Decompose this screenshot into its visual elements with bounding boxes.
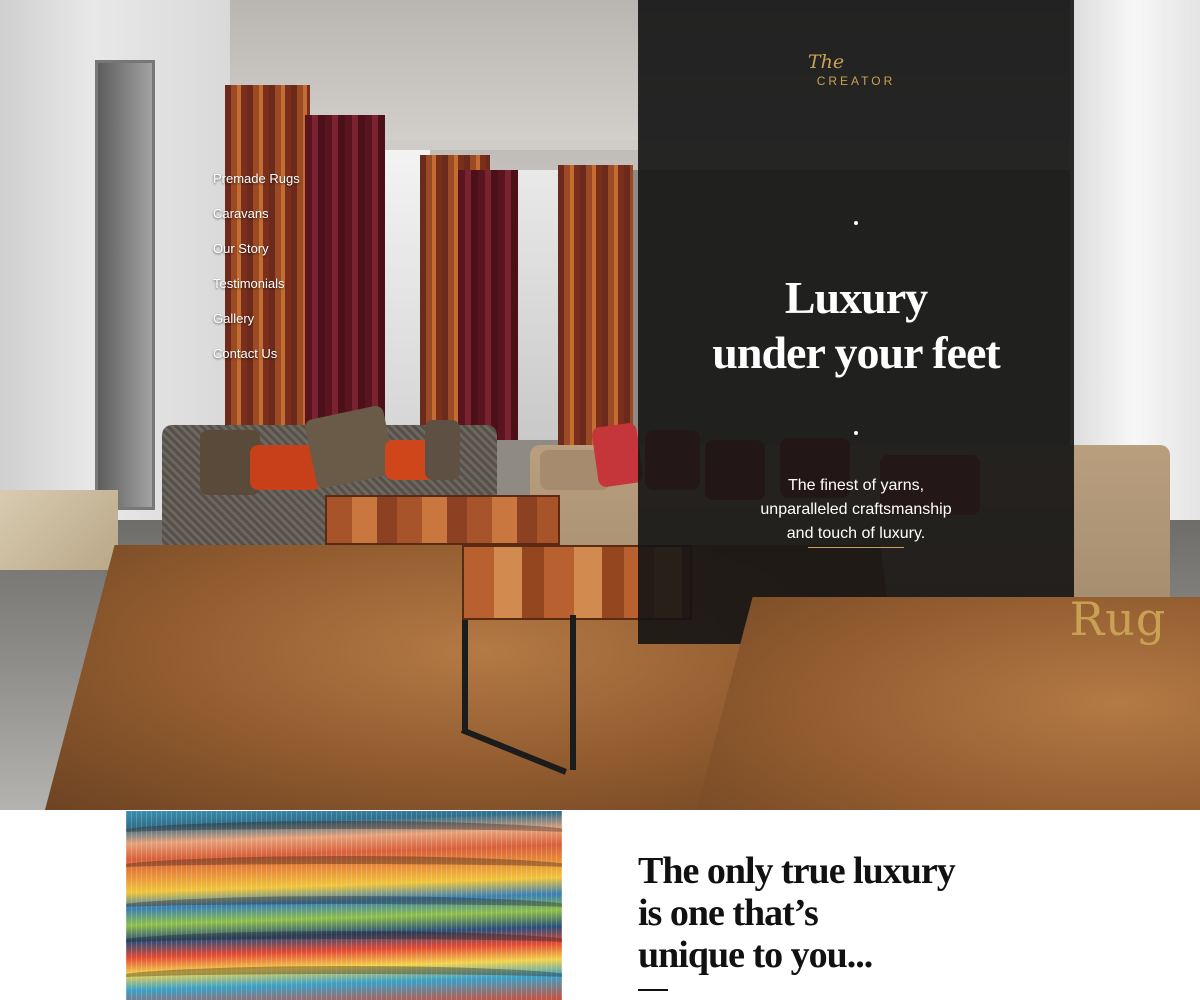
hero-photo-table-leg xyxy=(570,615,576,770)
hero-tagline-line3: and touch of luxury. xyxy=(786,525,926,542)
rug-pattern-wave xyxy=(126,821,562,847)
intro-quote-line1: The only true luxury xyxy=(638,850,956,892)
hero-section: Premade Rugs Caravans Our Story Testimon… xyxy=(0,0,1200,810)
rug-pattern-image xyxy=(126,811,562,1000)
nav-item-caravans[interactable]: Caravans xyxy=(213,206,300,241)
hero-photo-pillow xyxy=(591,422,644,488)
hero-tagline: The finest of yarns, unparalleled crafts… xyxy=(638,474,1074,546)
intro-quote-line2: is one that’s xyxy=(638,892,819,934)
hero-photo-pillow xyxy=(425,420,460,480)
hero-tagline-line2: unparalleled craftsmanship xyxy=(760,501,952,518)
intro-quote-line3: unique to you... xyxy=(638,934,873,976)
hero-headline: Luxury under your feet xyxy=(638,270,1074,380)
rug-pattern-wave xyxy=(126,931,562,957)
nav-item-gallery[interactable]: Gallery xyxy=(213,311,300,346)
rug-pattern-wave xyxy=(126,856,562,882)
rug-pattern-wave xyxy=(126,896,562,922)
hero-headline-line2: under your feet xyxy=(712,327,1000,378)
hero-headline-line1: Luxury xyxy=(784,272,928,323)
hero-tagline-line1: The finest of yarns, xyxy=(787,477,925,494)
logo-the-text: The xyxy=(807,51,845,73)
intro-quote: The only true luxury is one that’s uniqu… xyxy=(638,850,1058,976)
nav-item-contact-us[interactable]: Contact Us xyxy=(213,346,300,381)
nav-item-testimonials[interactable]: Testimonials xyxy=(213,276,300,311)
tagline-divider xyxy=(808,547,904,548)
logo-creator-text: CREATOR xyxy=(816,74,896,88)
hero-photo-curtain xyxy=(305,115,385,435)
hero-photo-table-leg xyxy=(462,620,468,730)
nav-item-premade-rugs[interactable]: Premade Rugs xyxy=(213,171,300,206)
hero-panel: The Rug CREATOR Luxury under your feet T… xyxy=(638,0,1200,810)
hero-photo-side-table xyxy=(0,490,118,570)
intro-quote-divider xyxy=(638,989,668,991)
decorative-dot xyxy=(854,221,858,225)
rug-pattern-wave xyxy=(126,966,562,992)
hero-photo-curtain xyxy=(558,165,633,450)
decorative-dot xyxy=(854,431,858,435)
nav-item-our-story[interactable]: Our Story xyxy=(213,241,300,276)
hero-photo-coffee-table xyxy=(325,495,560,545)
main-nav: Premade Rugs Caravans Our Story Testimon… xyxy=(213,171,300,381)
brand-logo[interactable]: The Rug CREATOR xyxy=(638,52,1200,810)
hero-photo-curtain xyxy=(458,170,518,440)
hero-photo-mirror xyxy=(95,60,155,510)
logo-rug-text: Rug xyxy=(683,597,1200,810)
